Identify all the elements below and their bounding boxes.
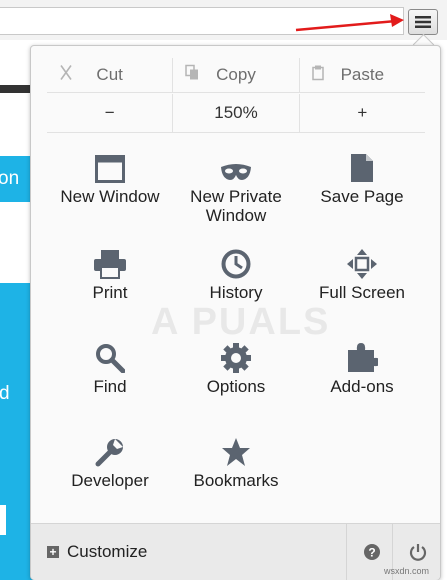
menu-footer: + Customize ? — [31, 523, 440, 580]
history-label: History — [209, 283, 263, 302]
edit-controls: Cut Copy Paste — [47, 58, 425, 93]
add-ons-label: Add-ons — [330, 377, 394, 396]
options-button[interactable]: Options — [173, 339, 299, 429]
fullscreen-icon — [347, 249, 377, 279]
zoom-controls: − 150% + — [47, 94, 425, 133]
save-page-icon — [351, 154, 373, 182]
options-label: Options — [206, 377, 266, 396]
developer-button[interactable]: Developer — [47, 433, 173, 523]
new-window-label: New Window — [60, 187, 160, 206]
save-page-label: Save Page — [320, 187, 404, 206]
hamburger-menu-panel: Cut Copy Paste − 150% + A PUALS New Wind… — [30, 45, 441, 580]
new-private-window-button[interactable]: New Private Window — [173, 149, 299, 239]
new-private-window-label: New Private Window — [190, 187, 282, 225]
history-button[interactable]: History — [173, 245, 299, 335]
site-credit: wsxdn.com — [384, 566, 430, 576]
zoom-out-button[interactable]: − — [47, 94, 172, 132]
customize-label: Customize — [67, 542, 148, 561]
svg-text:?: ? — [368, 546, 375, 560]
star-icon — [222, 438, 250, 466]
cut-label: Cut — [96, 65, 123, 84]
new-window-icon — [95, 155, 125, 183]
cut-button[interactable]: Cut — [47, 58, 172, 92]
page-box — [0, 505, 6, 535]
paste-button[interactable]: Paste — [298, 58, 425, 92]
zoom-in-button[interactable]: + — [298, 94, 425, 132]
power-icon — [409, 544, 427, 561]
private-mask-icon — [221, 164, 251, 180]
clock-icon — [221, 249, 251, 279]
find-button[interactable]: Find — [47, 339, 173, 429]
copy-button[interactable]: Copy — [172, 58, 298, 92]
page-banner: on — [0, 156, 30, 202]
page-dark-stripe — [0, 85, 30, 93]
customize-button[interactable]: + Customize — [47, 524, 147, 580]
save-page-button[interactable]: Save Page — [299, 149, 425, 239]
help-icon: ? — [364, 544, 380, 560]
developer-label: Developer — [71, 471, 149, 490]
plus-icon: + — [47, 546, 59, 558]
new-window-button[interactable]: New Window — [47, 149, 173, 239]
clipboard-icon — [311, 65, 324, 86]
paste-label: Paste — [340, 65, 385, 84]
print-button[interactable]: Print — [47, 245, 173, 335]
find-label: Find — [93, 377, 127, 396]
copy-label: Copy — [216, 65, 256, 84]
full-screen-label: Full Screen — [319, 283, 405, 302]
zoom-reset-button[interactable]: 150% — [172, 94, 298, 132]
bookmarks-button[interactable]: Bookmarks — [173, 433, 299, 523]
scissors-icon — [59, 65, 73, 86]
bookmarks-label: Bookmarks — [193, 471, 279, 490]
gear-icon — [221, 343, 251, 373]
printer-icon — [94, 250, 126, 279]
print-label: Print — [92, 283, 128, 302]
copy-icon — [185, 64, 199, 86]
magnifier-icon — [96, 344, 125, 373]
add-ons-button[interactable]: Add-ons — [299, 339, 425, 429]
full-screen-button[interactable]: Full Screen — [299, 245, 425, 335]
wrench-icon — [95, 439, 123, 467]
puzzle-icon — [348, 343, 378, 372]
